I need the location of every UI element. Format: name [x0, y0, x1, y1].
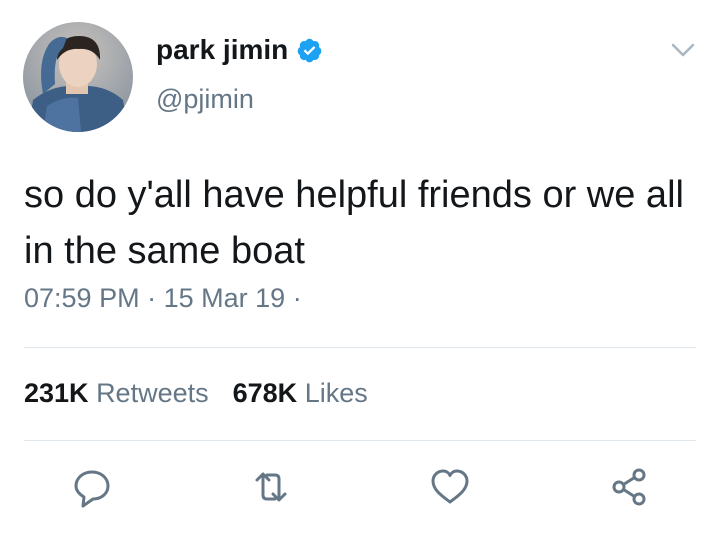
- retweet-button[interactable]: [249, 465, 293, 509]
- tweet-time: 07:59 PM: [24, 283, 140, 313]
- retweets-stat[interactable]: 231K Retweets: [24, 378, 209, 408]
- tweet-date: 15 Mar 19: [163, 283, 286, 313]
- retweet-icon: [255, 472, 287, 502]
- likes-label: Likes: [304, 378, 368, 408]
- tweet-text: so do y'all have helpful friends or we a…: [24, 174, 684, 272]
- retweets-count: 231K: [24, 378, 89, 408]
- reply-button[interactable]: [70, 465, 114, 509]
- avatar[interactable]: [23, 22, 133, 132]
- avatar-image: [28, 36, 129, 132]
- like-button[interactable]: [428, 465, 472, 509]
- author-name-row[interactable]: park jimin: [156, 36, 323, 64]
- divider: [24, 440, 696, 441]
- engagement-stats: 231K Retweets 678K Likes: [24, 380, 368, 407]
- likes-stat[interactable]: 678K Likes: [233, 378, 368, 408]
- retweets-label: Retweets: [96, 378, 209, 408]
- divider: [24, 347, 696, 348]
- display-name[interactable]: park jimin: [156, 36, 288, 64]
- share-button[interactable]: [607, 465, 651, 509]
- reply-icon: [74, 470, 110, 508]
- verified-badge-icon: [297, 38, 322, 62]
- meta-separator-trailing: ·: [292, 283, 302, 313]
- heart-icon: [431, 469, 469, 504]
- tweet-timestamp[interactable]: 07:59 PM · 15 Mar 19 ·: [24, 285, 302, 312]
- tweet-actions: [0, 465, 720, 509]
- likes-count: 678K: [232, 378, 298, 408]
- meta-separator: ·: [147, 283, 157, 313]
- user-handle[interactable]: @pjimin: [156, 86, 254, 113]
- chevron-down-icon[interactable]: [670, 40, 696, 60]
- share-icon: [612, 468, 646, 506]
